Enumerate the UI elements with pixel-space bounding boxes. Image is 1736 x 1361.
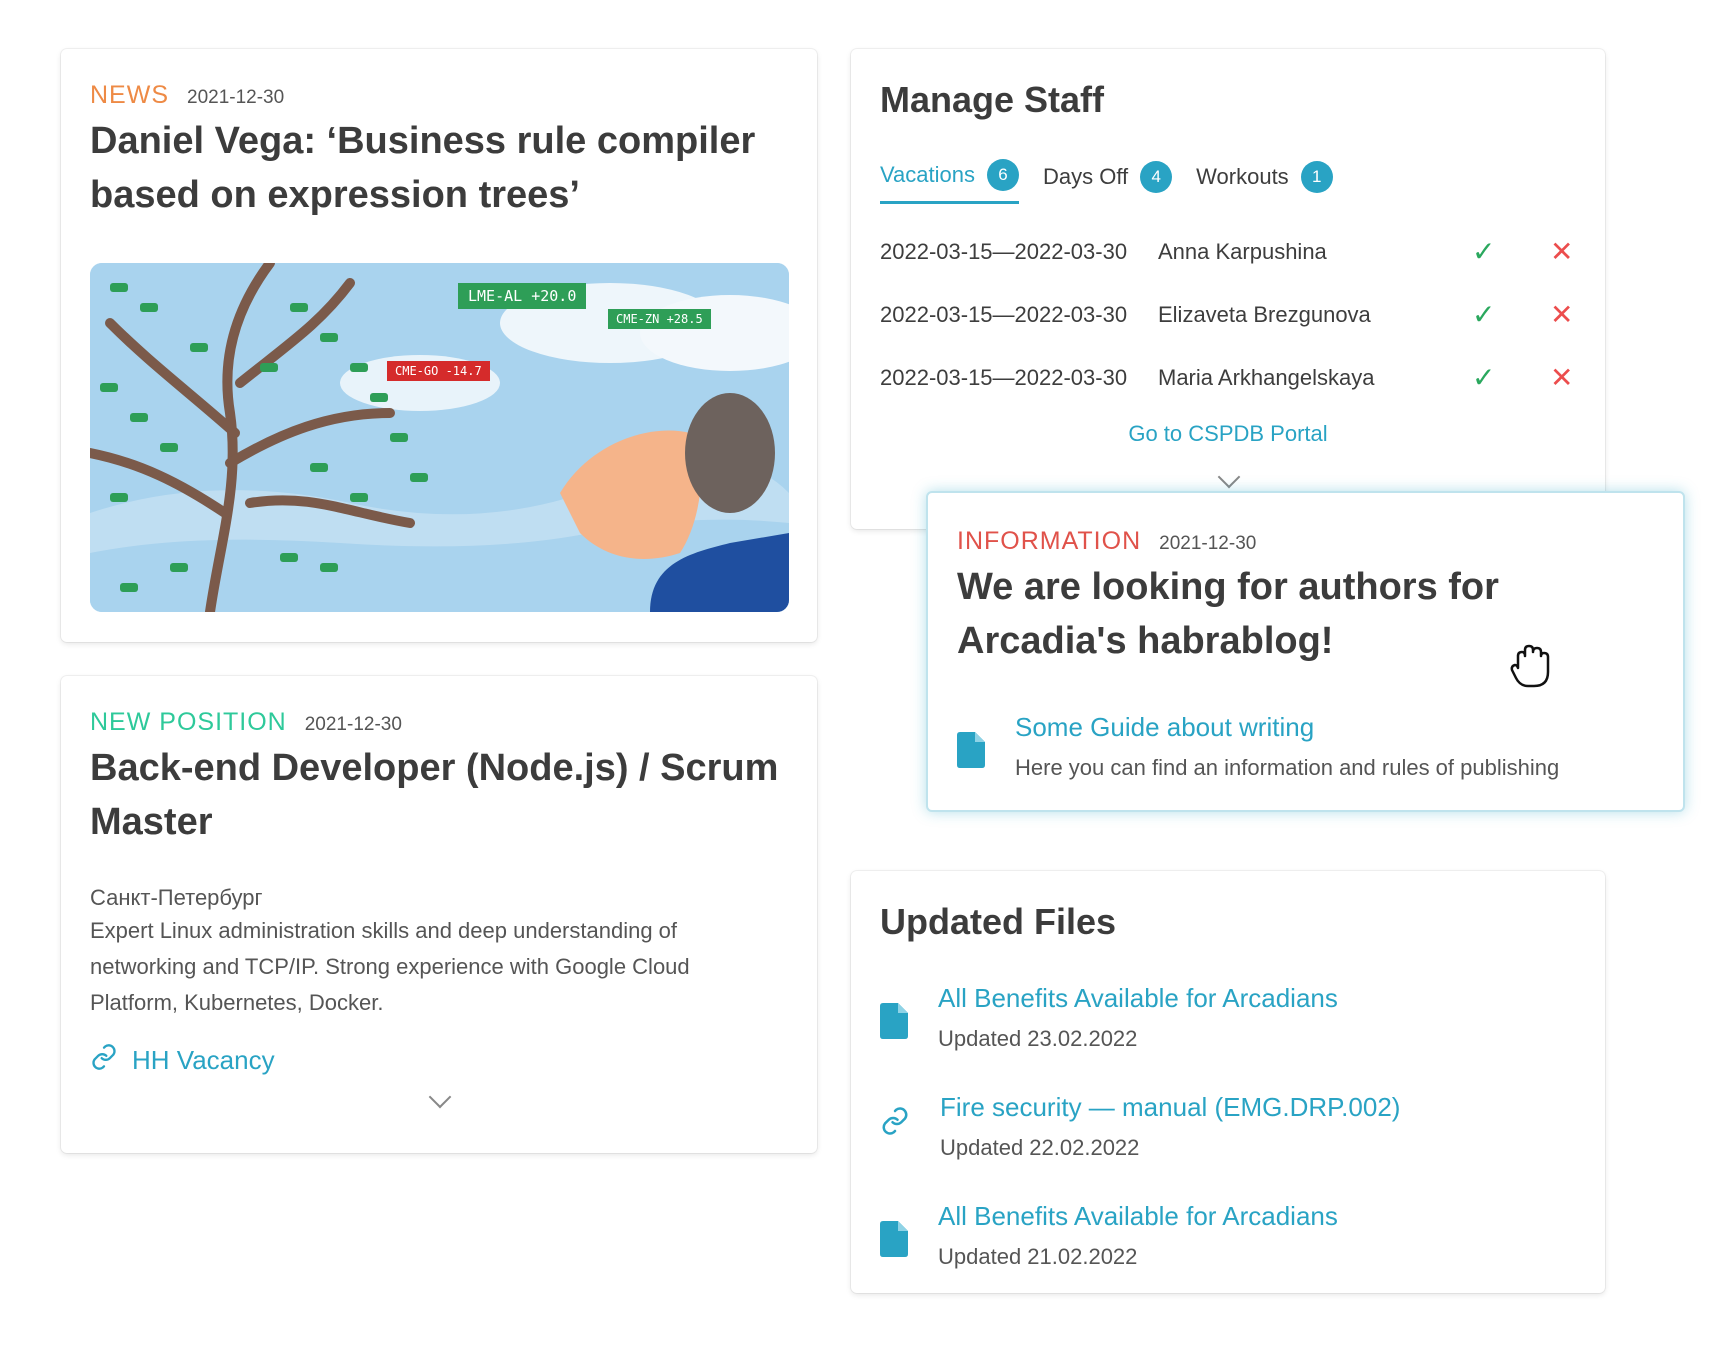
guide-item[interactable]: Some Guide about writing Here you can fi… — [957, 712, 1654, 781]
employee-name: Elizaveta Brezgunova — [1158, 301, 1371, 327]
file-updated: Updated 23.02.2022 — [938, 1026, 1138, 1051]
approve-check-icon[interactable]: ✓ — [1472, 235, 1550, 268]
cspdb-portal-link[interactable]: Go to CSPDB Portal — [880, 421, 1576, 447]
news-illustration: LME-AL +20.0 CME-ZN +28.5 CME-GO -14.7 — [90, 263, 789, 612]
document-icon — [880, 1221, 908, 1270]
tab-days-off-count: 4 — [1140, 160, 1173, 193]
news-date: 2021-12-30 — [187, 87, 285, 108]
info-tag: INFORMATION — [957, 527, 1142, 555]
approve-check-icon[interactable]: ✓ — [1472, 361, 1550, 394]
vacation-row: 2022-03-15—2022-03-30 Maria Arkhangelska… — [880, 346, 1576, 409]
hh-vacancy-label: HH Vacancy — [132, 1045, 275, 1075]
chevron-down-icon[interactable] — [428, 1085, 452, 1109]
tab-workouts[interactable]: Workouts 1 — [1196, 159, 1333, 204]
position-title[interactable]: Back-end Developer (Node.js) / Scrum Mas… — [90, 741, 788, 849]
file-title[interactable]: All Benefits Available for Arcadians — [938, 1201, 1338, 1232]
tab-vacations[interactable]: Vacations 6 — [880, 159, 1019, 204]
file-text: Fire security — manual (EMG.DRP.002) Upd… — [940, 1092, 1400, 1161]
hh-vacancy-link[interactable]: HH Vacancy — [90, 1043, 788, 1078]
vacation-dates: 2022-03-15—2022-03-30 — [880, 364, 1128, 390]
manage-staff-title: Manage Staff — [880, 79, 1105, 120]
link-icon — [90, 1043, 118, 1078]
employee-name: Anna Karpushina — [1158, 238, 1327, 264]
vacation-dates: 2022-03-15—2022-03-30 — [880, 301, 1128, 327]
tab-vacations-count: 6 — [986, 159, 1019, 191]
reject-cross-icon[interactable]: ✕ — [1550, 298, 1573, 331]
file-text: All Benefits Available for Arcadians Upd… — [938, 1201, 1338, 1270]
news-card[interactable]: NEWS 2021-12-30 Daniel Vega: ‘Business r… — [61, 49, 817, 642]
reject-cross-icon[interactable]: ✕ — [1550, 235, 1573, 268]
news-meta: NEWS 2021-12-30 — [90, 81, 788, 110]
vacation-row: 2022-03-15—2022-03-30 Elizaveta Brezguno… — [880, 283, 1576, 346]
ticker-cme-zn: CME-ZN +28.5 — [608, 309, 711, 329]
guide-subtitle: Here you can find an information and rul… — [1015, 755, 1560, 780]
document-icon — [880, 1003, 908, 1052]
info-date: 2021-12-30 — [1159, 533, 1257, 554]
position-meta: NEW POSITION 2021-12-30 — [90, 708, 788, 737]
chevron-down-icon[interactable] — [1217, 465, 1241, 489]
file-item[interactable]: All Benefits Available for Arcadians Upd… — [880, 1201, 1576, 1270]
tab-days-off[interactable]: Days Off 4 — [1042, 159, 1173, 204]
guide-text: Some Guide about writing Here you can fi… — [1015, 712, 1559, 781]
hand-cursor-icon — [1508, 642, 1552, 695]
information-card[interactable]: INFORMATION 2021-12-30 We are looking fo… — [926, 491, 1685, 812]
file-updated: Updated 22.02.2022 — [940, 1135, 1140, 1160]
ticker-lme-al: LME-AL +20.0 — [458, 283, 587, 309]
file-text: All Benefits Available for Arcadians Upd… — [938, 983, 1338, 1052]
vacation-requests: 2022-03-15—2022-03-30 Anna Karpushina ✓ … — [880, 220, 1576, 409]
tab-days-off-label: Days Off — [1042, 163, 1129, 189]
file-item[interactable]: All Benefits Available for Arcadians Upd… — [880, 983, 1576, 1052]
updated-files-card: Updated Files All Benefits Available for… — [851, 871, 1605, 1293]
tab-vacations-label: Vacations — [880, 162, 975, 187]
position-description: Expert Linux administration skills and d… — [90, 918, 690, 1015]
manage-staff-card: Manage Staff Vacations 6 Days Off 4 Work… — [851, 49, 1605, 529]
vacation-dates: 2022-03-15—2022-03-30 — [880, 238, 1128, 264]
info-meta: INFORMATION 2021-12-30 — [957, 527, 1654, 556]
ticker-cme-go: CME-GO -14.7 — [387, 361, 490, 381]
staff-tabs: Vacations 6 Days Off 4 Workouts 1 — [880, 159, 1576, 204]
file-item[interactable]: Fire security — manual (EMG.DRP.002) Upd… — [880, 1092, 1576, 1161]
link-icon — [880, 1106, 910, 1161]
file-updated: Updated 21.02.2022 — [938, 1244, 1138, 1269]
position-tag: NEW POSITION — [90, 708, 287, 736]
position-city: Санкт-Петербург — [90, 885, 263, 910]
file-title[interactable]: All Benefits Available for Arcadians — [938, 983, 1338, 1014]
position-card[interactable]: NEW POSITION 2021-12-30 Back-end Develop… — [61, 676, 817, 1153]
updated-files-title: Updated Files — [880, 901, 1117, 942]
position-date: 2021-12-30 — [304, 714, 402, 735]
reject-cross-icon[interactable]: ✕ — [1550, 361, 1573, 394]
news-tag: NEWS — [90, 81, 169, 109]
document-icon — [957, 732, 985, 781]
tab-workouts-count: 1 — [1300, 160, 1333, 193]
guide-title[interactable]: Some Guide about writing — [1015, 712, 1559, 743]
file-title[interactable]: Fire security — manual (EMG.DRP.002) — [940, 1092, 1400, 1123]
vacation-row: 2022-03-15—2022-03-30 Anna Karpushina ✓ … — [880, 220, 1576, 283]
news-title[interactable]: Daniel Vega: ‘Business rule compiler bas… — [90, 114, 788, 222]
employee-name: Maria Arkhangelskaya — [1158, 364, 1375, 390]
tab-workouts-label: Workouts — [1196, 163, 1289, 189]
approve-check-icon[interactable]: ✓ — [1472, 298, 1550, 331]
